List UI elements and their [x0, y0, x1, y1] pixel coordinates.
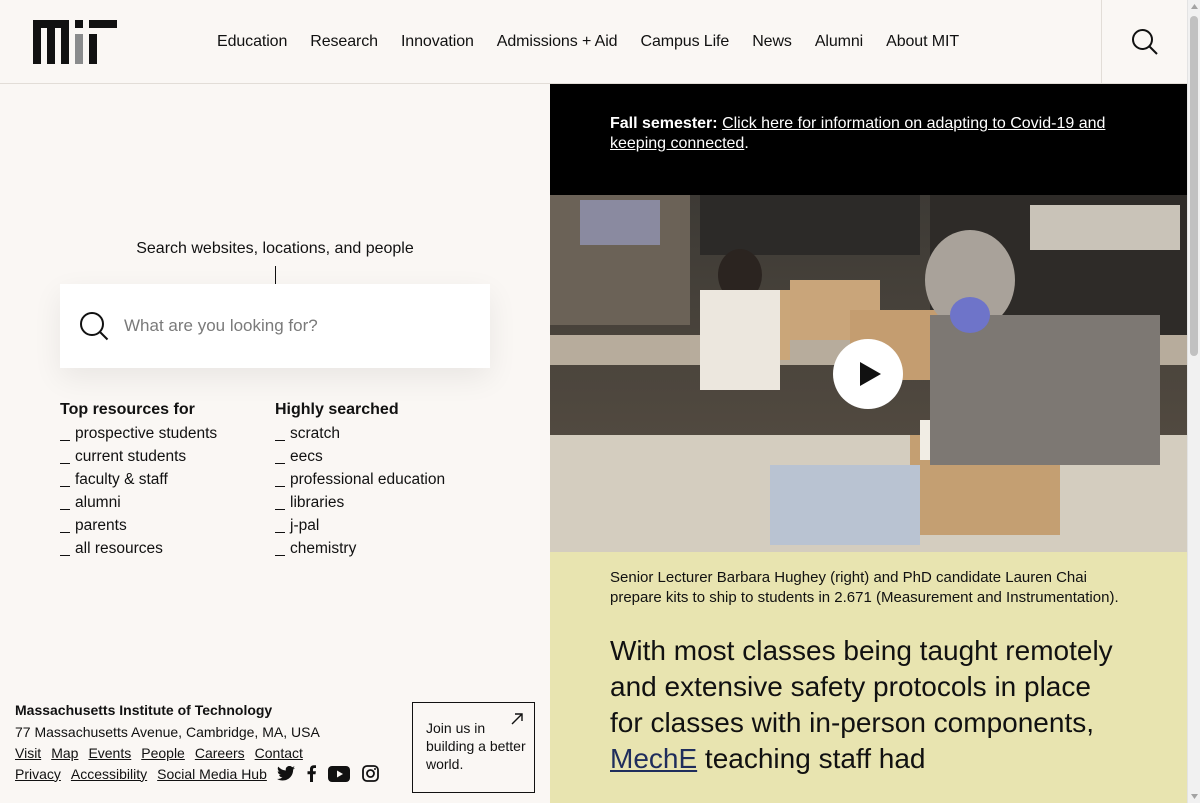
- resource-link[interactable]: all resources: [75, 540, 163, 558]
- scroll-thumb[interactable]: [1190, 16, 1198, 356]
- searched-link[interactable]: professional education: [290, 471, 445, 489]
- alert-suffix: .: [744, 135, 749, 152]
- headline-text-end: teaching staff had: [697, 743, 926, 774]
- youtube-icon[interactable]: [327, 765, 350, 782]
- footer-link-map[interactable]: Map: [51, 745, 78, 761]
- site-header: Education Research Innovation Admissions…: [0, 0, 1187, 84]
- arrow-up-right-icon: [510, 712, 524, 730]
- nav-about-mit[interactable]: About MIT: [886, 33, 959, 51]
- footer-link-careers[interactable]: Careers: [195, 745, 245, 761]
- list-item[interactable]: parents: [60, 517, 217, 540]
- footer-links-secondary: Privacy Accessibility Social Media Hub: [15, 765, 391, 782]
- header-search-button[interactable]: [1101, 0, 1187, 84]
- story-headline: With most classes being taught remotely …: [610, 633, 1127, 777]
- resource-link[interactable]: alumni: [75, 494, 121, 512]
- nav-news[interactable]: News: [752, 33, 792, 51]
- play-video-button[interactable]: [833, 339, 903, 409]
- list-item[interactable]: alumni: [60, 494, 217, 517]
- footer-link-contact[interactable]: Contact: [255, 745, 303, 761]
- list-item[interactable]: faculty & staff: [60, 471, 217, 494]
- resource-link[interactable]: prospective students: [75, 425, 217, 443]
- left-panel: Search websites, locations, and people T…: [0, 85, 550, 803]
- resource-link[interactable]: parents: [75, 517, 127, 535]
- list-item[interactable]: professional education: [275, 471, 445, 494]
- footer-link-events[interactable]: Events: [88, 745, 131, 761]
- org-name: Massachusetts Institute of Technology: [15, 702, 273, 718]
- scroll-down-arrow[interactable]: [1188, 789, 1200, 803]
- footer-link-visit[interactable]: Visit: [15, 745, 41, 761]
- footer-link-people[interactable]: People: [141, 745, 185, 761]
- play-icon: [860, 362, 881, 386]
- search-input[interactable]: [124, 316, 454, 336]
- meche-link[interactable]: MechE: [610, 743, 697, 774]
- covid-alert-banner: Fall semester: Click here for informatio…: [550, 84, 1187, 195]
- resource-link[interactable]: faculty & staff: [75, 471, 168, 489]
- social-links: [276, 765, 391, 782]
- searched-link[interactable]: libraries: [290, 494, 344, 512]
- top-resources-title: Top resources for: [60, 401, 195, 418]
- mit-logo[interactable]: [33, 20, 117, 64]
- footer-link-privacy[interactable]: Privacy: [15, 766, 61, 782]
- facebook-icon[interactable]: [307, 765, 316, 782]
- alert-label: Fall semester:: [610, 115, 718, 132]
- footer-links: Visit Map Events People Careers Contact: [15, 745, 391, 761]
- list-item[interactable]: all resources: [60, 540, 217, 563]
- list-item[interactable]: current students: [60, 448, 217, 471]
- nav-campus-life[interactable]: Campus Life: [640, 33, 729, 51]
- nav-education[interactable]: Education: [217, 33, 287, 51]
- headline-text: With most classes being taught remotely …: [610, 635, 1113, 738]
- right-panel: Fall semester: Click here for informatio…: [550, 84, 1187, 803]
- searched-link[interactable]: chemistry: [290, 540, 356, 558]
- list-item[interactable]: j-pal: [275, 517, 445, 540]
- instagram-icon[interactable]: [361, 765, 379, 782]
- searched-link[interactable]: j-pal: [290, 517, 319, 535]
- footer-link-accessibility[interactable]: Accessibility: [71, 766, 147, 782]
- list-item[interactable]: libraries: [275, 494, 445, 517]
- top-resources: Top resources for prospective students c…: [60, 401, 217, 563]
- join-us-box[interactable]: Join us in building a better world.: [412, 702, 535, 793]
- nav-research[interactable]: Research: [310, 33, 378, 51]
- highly-searched: Highly searched scratch eecs professiona…: [275, 401, 445, 563]
- featured-story: Senior Lecturer Barbara Hughey (right) a…: [550, 552, 1187, 803]
- page-scrollbar[interactable]: [1187, 0, 1200, 803]
- list-item[interactable]: eecs: [275, 448, 445, 471]
- featured-video-image[interactable]: [550, 195, 1187, 552]
- nav-alumni[interactable]: Alumni: [815, 33, 863, 51]
- site-search-box[interactable]: [60, 284, 490, 368]
- site-footer: Massachusetts Institute of Technology 77…: [15, 702, 391, 782]
- search-icon: [1131, 29, 1158, 55]
- search-icon: [80, 312, 109, 341]
- org-address: 77 Massachusetts Avenue, Cambridge, MA, …: [15, 724, 320, 740]
- photo-caption: Senior Lecturer Barbara Hughey (right) a…: [610, 569, 1119, 606]
- prompt-divider: [275, 266, 276, 284]
- searched-link[interactable]: eecs: [290, 448, 323, 466]
- highly-searched-title: Highly searched: [275, 401, 399, 418]
- scroll-up-arrow[interactable]: [1188, 0, 1200, 14]
- twitter-icon[interactable]: [276, 766, 295, 781]
- list-item[interactable]: scratch: [275, 425, 445, 448]
- nav-innovation[interactable]: Innovation: [401, 33, 474, 51]
- footer-link-social-media-hub[interactable]: Social Media Hub: [157, 766, 267, 782]
- nav-admissions-aid[interactable]: Admissions + Aid: [497, 33, 618, 51]
- main-nav: Education Research Innovation Admissions…: [217, 0, 982, 84]
- list-item[interactable]: chemistry: [275, 540, 445, 563]
- resource-link[interactable]: current students: [75, 448, 186, 466]
- search-prompt: Search websites, locations, and people: [136, 240, 414, 257]
- list-item[interactable]: prospective students: [60, 425, 217, 448]
- searched-link[interactable]: scratch: [290, 425, 340, 443]
